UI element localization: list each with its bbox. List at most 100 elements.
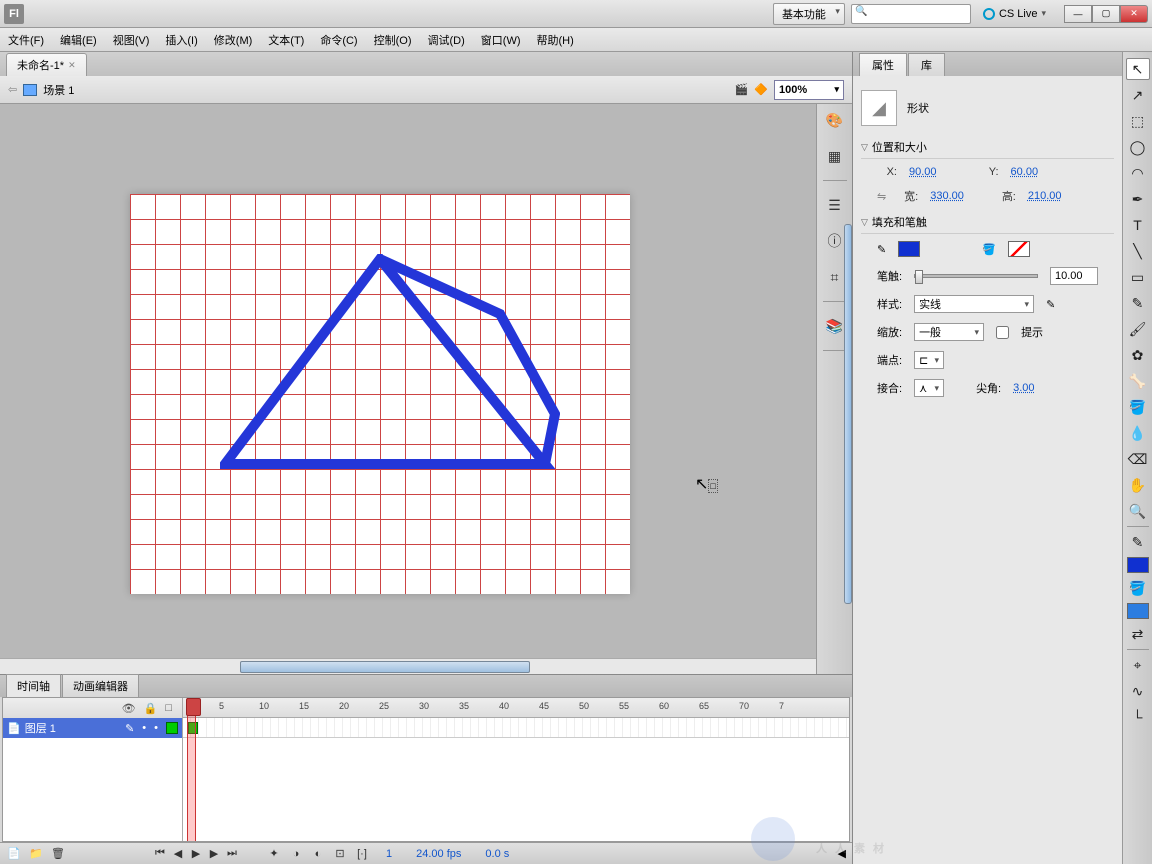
edit-scene-icon[interactable]: 🎬 xyxy=(735,83,749,96)
vertical-scrollbar[interactable] xyxy=(844,224,852,604)
new-layer-button[interactable]: 📄 xyxy=(6,846,22,862)
stroke-color-tool[interactable]: ✎ xyxy=(1126,531,1150,553)
eyedropper-tool[interactable]: 💧 xyxy=(1126,422,1150,444)
x-value[interactable]: 90.00 xyxy=(909,166,937,178)
zoom-combo[interactable]: 100%▾ xyxy=(774,80,844,100)
edit-symbols-icon[interactable]: 🔶 xyxy=(754,83,768,96)
menu-debug[interactable]: 调试(D) xyxy=(426,30,467,50)
fill-color-tool[interactable]: 🪣 xyxy=(1126,577,1150,599)
hint-checkbox[interactable] xyxy=(996,326,1009,339)
library-icon[interactable]: 📚 xyxy=(823,314,847,338)
drawn-shape[interactable] xyxy=(220,254,560,474)
onion-markers-button[interactable]: [·] xyxy=(354,846,370,862)
menu-file[interactable]: 文件(F) xyxy=(6,30,46,50)
document-tab-close[interactable]: ✕ xyxy=(68,60,76,71)
lock-aspect-icon[interactable]: ⇋ xyxy=(877,190,886,203)
first-frame-button[interactable]: ⏮ xyxy=(152,846,168,862)
height-value[interactable]: 210.00 xyxy=(1028,190,1062,202)
stroke-color-swatch[interactable] xyxy=(898,241,920,257)
free-transform-tool[interactable]: ⬚ xyxy=(1126,110,1150,132)
pencil-tool[interactable]: ✎ xyxy=(1126,292,1150,314)
lock-icon[interactable]: 🔒 xyxy=(144,702,158,715)
tab-timeline[interactable]: 时间轴 xyxy=(6,674,61,697)
bone-tool[interactable]: 🦴 xyxy=(1126,370,1150,392)
swap-colors-icon[interactable]: ⇄ xyxy=(1126,623,1150,645)
timeline-frames[interactable]: 1 5 10 15 20 25 30 35 40 45 50 55 60 65 xyxy=(183,698,849,841)
y-value[interactable]: 60.00 xyxy=(1011,166,1039,178)
horizontal-scrollbar[interactable] xyxy=(0,658,816,674)
visibility-icon[interactable]: 👁 xyxy=(122,702,136,715)
center-frame-button[interactable]: ✦ xyxy=(266,846,282,862)
search-input[interactable] xyxy=(851,4,971,24)
lasso-tool[interactable]: ◠ xyxy=(1126,162,1150,184)
menu-modify[interactable]: 修改(M) xyxy=(212,30,255,50)
pen-tool[interactable]: ✒ xyxy=(1126,188,1150,210)
selection-tool[interactable]: ↖ xyxy=(1126,58,1150,80)
menu-help[interactable]: 帮助(H) xyxy=(535,30,576,50)
fill-color-swatch[interactable] xyxy=(1008,241,1030,257)
style-combo[interactable]: 实线 xyxy=(914,295,1034,313)
miter-value[interactable]: 3.00 xyxy=(1013,382,1034,394)
maximize-button[interactable]: ▢ xyxy=(1092,5,1120,23)
transform-icon[interactable]: ⌗ xyxy=(823,265,847,289)
cap-combo[interactable]: ⊏ xyxy=(914,351,944,369)
back-arrow-icon[interactable]: ⇦ xyxy=(8,83,17,96)
stroke-slider[interactable] xyxy=(914,274,1038,278)
stage-canvas[interactable] xyxy=(130,194,630,594)
last-frame-button[interactable]: ⏭ xyxy=(224,846,240,862)
delete-layer-button[interactable]: 🗑 xyxy=(50,846,66,862)
stroke-swatch[interactable] xyxy=(1127,557,1149,573)
layer-row[interactable]: 📄 图层 1 ✎•• xyxy=(3,718,182,738)
minimize-button[interactable]: — xyxy=(1064,5,1092,23)
edit-multiple-button[interactable]: ⊡ xyxy=(332,846,348,862)
layer-color-swatch[interactable] xyxy=(166,722,178,734)
onion-skin-button[interactable]: ◑ xyxy=(288,846,304,862)
edit-style-icon[interactable]: ✎ xyxy=(1046,298,1055,311)
section-position-size[interactable]: 位置和大小 xyxy=(861,136,1114,159)
tab-library[interactable]: 库 xyxy=(908,53,945,76)
tab-motion-editor[interactable]: 动画编辑器 xyxy=(62,674,139,697)
hand-tool[interactable]: ✋ xyxy=(1126,474,1150,496)
menu-view[interactable]: 视图(V) xyxy=(111,30,152,50)
scene-label[interactable]: 场景 1 xyxy=(43,82,74,98)
paint-bucket-tool[interactable]: 🪣 xyxy=(1126,396,1150,418)
smooth-tool[interactable]: ∿ xyxy=(1126,680,1150,702)
menu-commands[interactable]: 命令(C) xyxy=(318,30,359,50)
menu-control[interactable]: 控制(O) xyxy=(372,30,414,50)
workspace-switcher[interactable]: 基本功能 xyxy=(773,3,845,25)
timeline-ruler[interactable]: 1 5 10 15 20 25 30 35 40 45 50 55 60 65 xyxy=(183,698,849,718)
menu-insert[interactable]: 插入(I) xyxy=(163,30,199,50)
menu-edit[interactable]: 编辑(E) xyxy=(58,30,99,50)
info-icon[interactable]: ⓘ xyxy=(823,229,847,253)
swatches-icon[interactable]: 🎨 xyxy=(823,108,847,132)
brush-tool[interactable]: 🖌 xyxy=(1126,318,1150,340)
fill-swatch[interactable] xyxy=(1127,603,1149,619)
cslive-button[interactable]: CS Live ▾ xyxy=(977,6,1052,22)
3d-rotation-tool[interactable]: ◯ xyxy=(1126,136,1150,158)
playhead[interactable] xyxy=(187,698,196,841)
prev-frame-button[interactable]: ◀ xyxy=(170,846,186,862)
join-combo[interactable]: ⋏ xyxy=(914,379,944,397)
zoom-tool[interactable]: 🔍 xyxy=(1126,500,1150,522)
text-tool[interactable]: T xyxy=(1126,214,1150,236)
new-folder-button[interactable]: 📁 xyxy=(28,846,44,862)
outline-icon[interactable]: □ xyxy=(165,702,172,714)
subselection-tool[interactable]: ↗ xyxy=(1126,84,1150,106)
document-tab[interactable]: 未命名-1* ✕ xyxy=(6,53,87,76)
deco-tool[interactable]: ✿ xyxy=(1126,344,1150,366)
close-button[interactable]: ✕ xyxy=(1120,5,1148,23)
rectangle-tool[interactable]: ▭ xyxy=(1126,266,1150,288)
eraser-tool[interactable]: ⌫ xyxy=(1126,448,1150,470)
section-fill-stroke[interactable]: 填充和笔触 xyxy=(861,211,1114,234)
next-frame-button[interactable]: ▶ xyxy=(206,846,222,862)
onion-outlines-button[interactable]: ◐ xyxy=(310,846,326,862)
menu-window[interactable]: 窗口(W) xyxy=(479,30,523,50)
color-icon[interactable]: ▦ xyxy=(823,144,847,168)
scale-combo[interactable]: 一般 xyxy=(914,323,984,341)
line-tool[interactable]: ╲ xyxy=(1126,240,1150,262)
straighten-tool[interactable]: └ xyxy=(1126,706,1150,728)
snap-tool[interactable]: ⌖ xyxy=(1126,654,1150,676)
stage-area[interactable]: ↖□ xyxy=(0,104,816,674)
width-value[interactable]: 330.00 xyxy=(930,190,964,202)
stroke-value-input[interactable] xyxy=(1050,267,1098,285)
